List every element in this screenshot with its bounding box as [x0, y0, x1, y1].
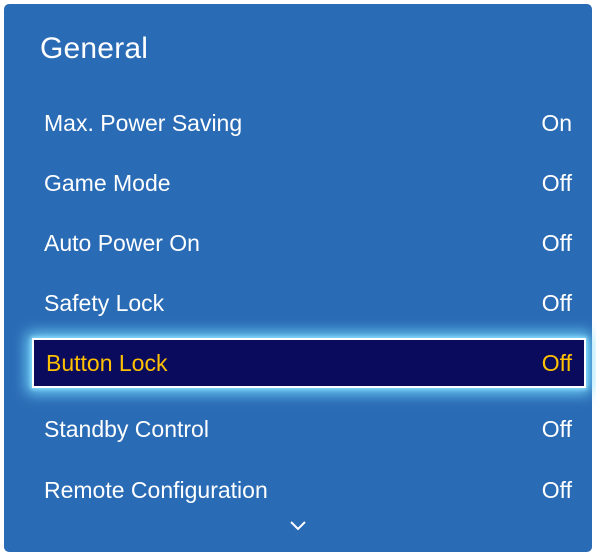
menu-item-game-mode[interactable]: Game Mode Off	[32, 158, 584, 208]
menu-item-value: Off	[541, 349, 572, 376]
menu-item-value: Off	[541, 229, 572, 256]
menu-item-safety-lock[interactable]: Safety Lock Off	[32, 278, 584, 328]
menu-item-label: Auto Power On	[44, 229, 200, 256]
menu-item-auto-power-on[interactable]: Auto Power On Off	[32, 218, 584, 268]
menu-item-value: Off	[541, 289, 572, 316]
menu-item-label: Standby Control	[44, 415, 209, 442]
menu-item-standby-control[interactable]: Standby Control Off	[32, 404, 584, 454]
menu-item-label: Game Mode	[44, 169, 171, 196]
menu-item-max-power-saving[interactable]: Max. Power Saving On	[32, 98, 584, 148]
menu-item-label: Button Lock	[46, 349, 168, 376]
general-menu-panel: General Max. Power Saving On Game Mode O…	[4, 4, 592, 552]
menu-item-value: Off	[541, 169, 572, 196]
menu-item-label: Safety Lock	[44, 289, 165, 316]
menu-item-value: Off	[541, 476, 572, 503]
chevron-down-icon[interactable]	[288, 518, 308, 534]
menu-item-button-lock[interactable]: Button Lock Off	[32, 338, 586, 388]
menu-title: General	[40, 32, 149, 65]
menu-item-value: Off	[541, 415, 572, 442]
menu-item-label: Max. Power Saving	[44, 109, 243, 136]
menu-item-remote-configuration[interactable]: Remote Configuration Off	[32, 465, 584, 515]
menu-item-label: Remote Configuration	[44, 476, 268, 503]
menu-item-value: On	[541, 109, 572, 136]
